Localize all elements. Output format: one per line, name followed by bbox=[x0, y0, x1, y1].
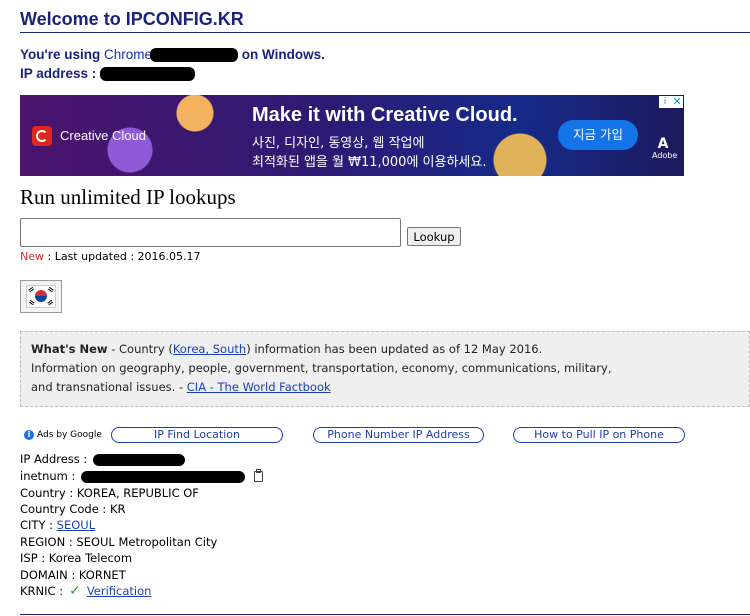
info-domain: DOMAIN : KORNET bbox=[20, 568, 126, 582]
browser-name: Chrome bbox=[103, 47, 152, 62]
ad-brand: Creative Cloud bbox=[60, 128, 146, 143]
trigram bbox=[28, 286, 35, 294]
news-line-3: and transnational issues. - CIA - The Wo… bbox=[31, 378, 749, 397]
clipboard-icon[interactable] bbox=[254, 469, 264, 482]
language-flag-button[interactable] bbox=[20, 280, 62, 313]
ad-headline: Make it with Creative Cloud. bbox=[252, 104, 518, 126]
inetnum-label: inetnum : bbox=[20, 469, 76, 483]
news-line-1: What's New - Country (Korea, South) info… bbox=[31, 340, 749, 359]
page-title: Welcome to IPCONFIG.KR bbox=[20, 9, 244, 29]
ad-cta-button[interactable]: 지금 가입 bbox=[558, 120, 638, 150]
info-country: Country : KOREA, REPUBLIC OF bbox=[20, 486, 199, 500]
lookup-title: Run unlimited IP lookups bbox=[20, 185, 236, 209]
redacted-ip bbox=[92, 453, 185, 466]
ad-line-1: 사진, 디자인, 동영상, 웹 작업에 bbox=[252, 136, 425, 151]
news-text: - Country ( bbox=[107, 342, 173, 356]
checkmark-icon: ✓ bbox=[69, 583, 81, 599]
info-isp: ISP : Korea Telecom bbox=[20, 551, 133, 565]
trigram bbox=[47, 299, 54, 307]
footer-divider bbox=[20, 614, 750, 615]
browser-info-line: You're using Chrome on Windows. bbox=[20, 47, 325, 63]
news-text: and transnational issues. - bbox=[31, 380, 187, 394]
ip-address-label: IP address : bbox=[20, 66, 97, 81]
ad-banner[interactable]: Creative Cloud Make it with Creative Clo… bbox=[20, 95, 684, 176]
lookup-button[interactable]: Lookup bbox=[407, 227, 461, 246]
adobe-a-icon: A bbox=[657, 136, 669, 152]
city-label: CITY : bbox=[20, 518, 57, 532]
news-text: ) information has been updated as of 12 … bbox=[246, 342, 543, 356]
ad-line-2: 최적화된 앱을 월 ₩11,000에 이용하세요. bbox=[252, 155, 487, 170]
ad-link-ip-find-location[interactable]: IP Find Location bbox=[111, 427, 283, 443]
ip-address-line: IP address : bbox=[20, 66, 196, 82]
info-city: CITY : SEOUL bbox=[20, 518, 95, 532]
new-badge: New bbox=[20, 250, 44, 263]
adobe-label: Adobe bbox=[652, 151, 678, 160]
whats-new-box: What's New - Country (Korea, South) info… bbox=[20, 331, 750, 407]
taeguk-symbol bbox=[35, 290, 47, 302]
info-ip-address: IP Address : bbox=[20, 452, 185, 466]
ad-link-pull-ip-phone[interactable]: How to Pull IP on Phone bbox=[513, 427, 685, 443]
ads-by-google[interactable]: i Ads by Google bbox=[24, 430, 102, 440]
redacted-inetnum bbox=[81, 470, 246, 483]
creative-cloud-logo-icon bbox=[32, 126, 52, 146]
info-inetnum: inetnum : bbox=[20, 469, 264, 483]
ad-link-phone-number-ip[interactable]: Phone Number IP Address bbox=[313, 427, 484, 443]
verification-link[interactable]: Verification bbox=[87, 584, 152, 598]
city-link[interactable]: SEOUL bbox=[57, 518, 95, 532]
info-country-code: Country Code : KR bbox=[20, 502, 126, 516]
adchoices-icon: i bbox=[24, 430, 34, 440]
news-label: What's New bbox=[31, 342, 108, 356]
country-link[interactable]: Korea, South bbox=[173, 342, 246, 356]
ip-lookup-input[interactable] bbox=[20, 218, 401, 247]
redacted-version bbox=[150, 48, 238, 63]
last-updated: New : Last updated : 2016.05.17 bbox=[20, 250, 201, 263]
info-krnic: KRNIC : ✓ Verification bbox=[20, 583, 151, 599]
adobe-logo: A Adobe bbox=[652, 136, 678, 160]
south-korea-flag-icon bbox=[26, 285, 56, 308]
using-prefix: You're using bbox=[20, 47, 101, 62]
info-region: REGION : SEOUL Metropolitan City bbox=[20, 535, 218, 549]
ip-address-label: IP Address : bbox=[20, 452, 88, 466]
redacted-ip bbox=[100, 67, 196, 82]
factbook-link[interactable]: CIA - The World Factbook bbox=[187, 380, 331, 394]
os-text: on Windows. bbox=[241, 47, 325, 62]
ads-by-label: Ads by Google bbox=[37, 430, 102, 440]
news-line-2: Information on geography, people, govern… bbox=[31, 361, 612, 375]
ad-info-icon[interactable]: i bbox=[659, 96, 671, 108]
header-divider bbox=[20, 32, 750, 33]
last-updated-text: : Last updated : 2016.05.17 bbox=[44, 250, 201, 263]
krnic-label: KRNIC : bbox=[20, 584, 64, 598]
trigram bbox=[47, 286, 54, 294]
ad-close-icon[interactable]: ✕ bbox=[671, 96, 683, 108]
trigram bbox=[28, 299, 35, 307]
